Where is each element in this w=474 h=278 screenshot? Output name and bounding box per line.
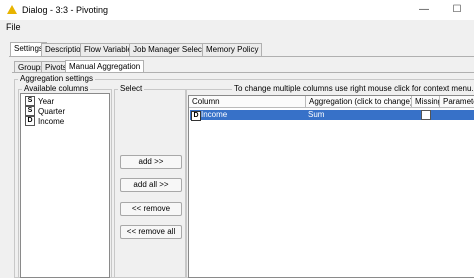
tab-memory-policy[interactable]: Memory Policy <box>202 43 263 56</box>
remove-button[interactable]: << remove <box>120 202 182 216</box>
double-type-icon: D <box>25 116 35 126</box>
aggregation-settings-title: Aggregation settings <box>18 74 95 83</box>
menu-file[interactable]: File <box>6 22 21 32</box>
add-button[interactable]: add >> <box>120 155 182 169</box>
aggregation-table[interactable] <box>188 95 474 278</box>
string-type-icon: S <box>25 96 35 106</box>
row-column-name: Income <box>201 110 228 119</box>
tab-divider <box>9 56 474 57</box>
maximize-button[interactable]: ☐ <box>443 2 471 18</box>
subtab-divider <box>12 72 474 73</box>
available-columns-title: Available columns <box>22 84 91 93</box>
column-name: Income <box>38 116 65 126</box>
header-aggregation[interactable]: Aggregation (click to change) <box>306 96 412 108</box>
list-item[interactable]: S Year <box>25 96 54 106</box>
minimize-button[interactable]: — <box>410 2 438 18</box>
select-title: Select <box>118 84 145 93</box>
menu-bar <box>0 20 474 34</box>
add-all-button[interactable]: add all >> <box>120 178 182 192</box>
table-row[interactable] <box>190 110 474 120</box>
list-item[interactable]: S Quarter <box>25 106 65 116</box>
column-name: Year <box>38 96 55 106</box>
header-missing[interactable]: Missing <box>412 96 440 108</box>
warning-icon <box>7 5 17 14</box>
list-item[interactable]: D Income <box>25 116 64 126</box>
row-aggregation-method[interactable]: Sum <box>308 110 324 120</box>
missing-checkbox[interactable] <box>421 110 431 120</box>
window-title: Dialog - 3:3 - Pivoting <box>22 5 109 15</box>
string-type-icon: S <box>25 106 35 116</box>
column-name: Quarter <box>38 106 66 116</box>
double-type-icon: D <box>191 111 201 121</box>
context-menu-hint: To change multiple columns use right mou… <box>232 84 474 93</box>
header-parameter[interactable]: Parameter <box>440 96 474 108</box>
header-column[interactable]: Column <box>189 96 306 108</box>
available-columns-list[interactable]: S Year S Quarter D Income <box>20 93 110 278</box>
remove-all-button[interactable]: << remove all <box>120 225 182 239</box>
